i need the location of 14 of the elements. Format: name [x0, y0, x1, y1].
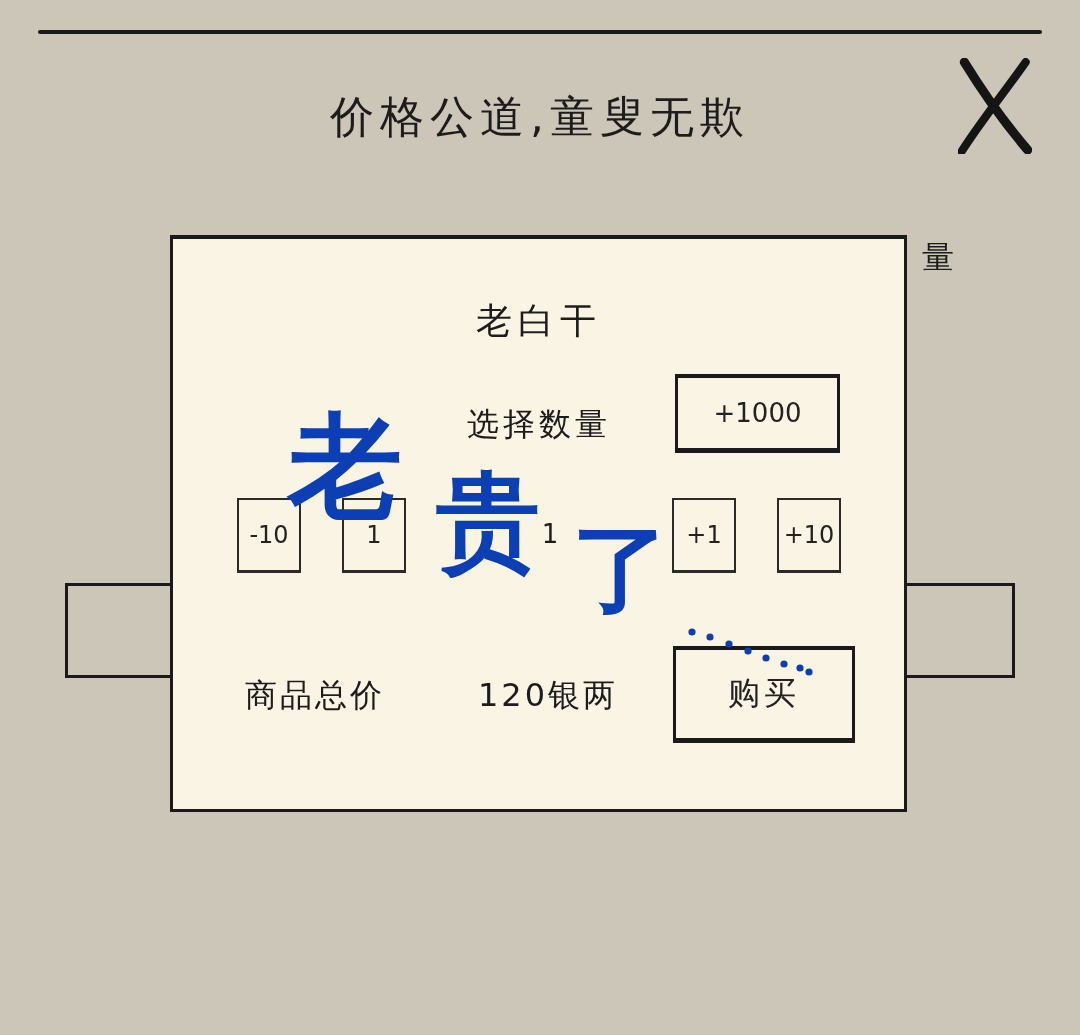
- total-price-value: 120银两: [478, 674, 619, 716]
- total-price-label: 商品总价: [245, 674, 385, 716]
- increase-button[interactable]: +10: [777, 498, 841, 573]
- add-thousand-button[interactable]: +1000: [675, 374, 840, 453]
- dots-scribble-icon: [688, 628, 814, 676]
- close-button[interactable]: [958, 58, 1032, 154]
- close-icon: [958, 58, 1032, 154]
- increase-button[interactable]: +1: [672, 498, 736, 573]
- quantity-label: 选择数量: [466, 404, 611, 444]
- column-header: 量: [922, 237, 954, 278]
- shop-title: 价格公道,童叟无欺: [330, 90, 750, 144]
- item-name: 老白干: [475, 299, 602, 343]
- handwritten-character: 了: [572, 520, 670, 618]
- quantity-value: 1: [541, 517, 559, 550]
